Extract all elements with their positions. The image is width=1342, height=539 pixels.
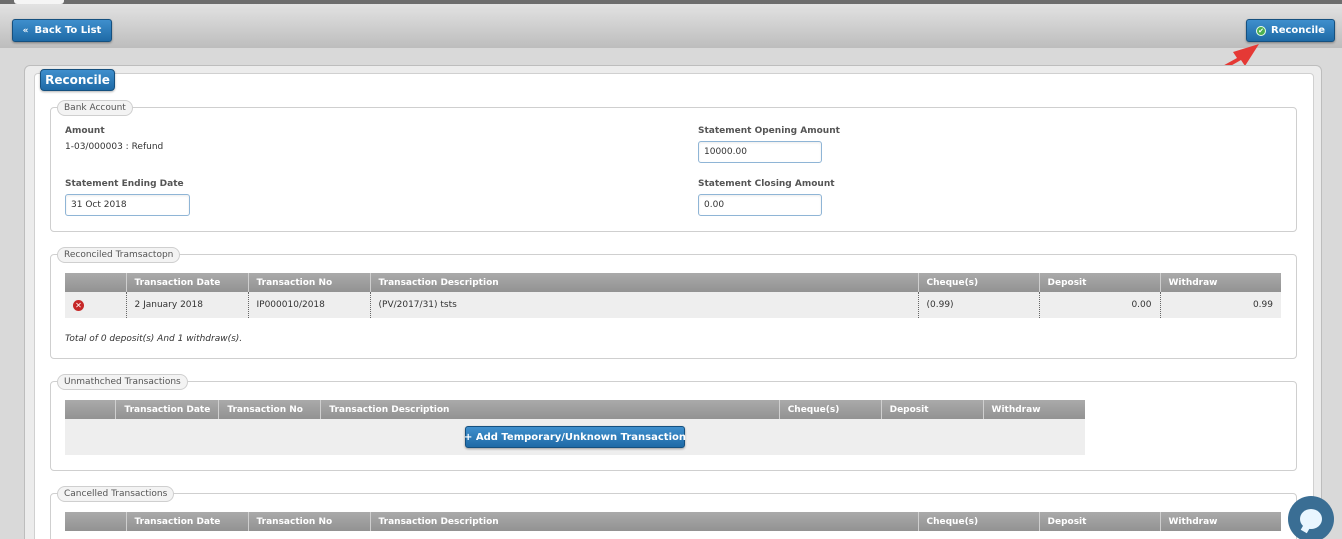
add-temporary-transaction-button[interactable]: + Add Temporary/Unknown Transaction	[464, 426, 686, 448]
row-deposit: 0.00	[1039, 292, 1161, 318]
col-cheques[interactable]: Cheque(s)	[918, 512, 1040, 531]
reconciled-header-row: Transaction Date Transaction No Transact…	[65, 273, 1281, 292]
col-cheques[interactable]: Cheque(s)	[779, 400, 882, 419]
check-circle-icon: ✔	[1256, 25, 1267, 36]
reconcile-button[interactable]: ✔ Reconcile	[1246, 19, 1335, 42]
col-action	[65, 400, 117, 419]
col-transaction-no[interactable]: Transaction No	[248, 273, 371, 292]
closing-amount-input[interactable]: 0.00	[698, 194, 822, 216]
chat-bubble-icon	[1300, 509, 1322, 529]
col-transaction-no[interactable]: Transaction No	[248, 512, 371, 531]
ending-date-label: Statement Ending Date	[65, 179, 184, 189]
table-row: ✕ 2 January 2018 IP000010/2018 (PV/2017/…	[65, 292, 1281, 318]
row-date: 2 January 2018	[126, 292, 249, 318]
col-transaction-description[interactable]: Transaction Description	[320, 400, 780, 419]
bank-account-section: Bank Account	[50, 100, 1297, 232]
panel-title: Reconcile	[40, 69, 115, 91]
col-action	[65, 512, 127, 531]
col-transaction-date[interactable]: Transaction Date	[126, 512, 249, 531]
col-cheques[interactable]: Cheque(s)	[918, 273, 1040, 292]
col-transaction-date[interactable]: Transaction Date	[126, 273, 249, 292]
double-chevron-left-icon: «	[22, 25, 29, 36]
col-transaction-no[interactable]: Transaction No	[218, 400, 322, 419]
remove-icon[interactable]: ✕	[73, 299, 84, 311]
unmatched-table: Transaction Date Transaction No Transact…	[65, 400, 1085, 419]
amount-value: 1-03/000003 : Refund	[65, 142, 164, 152]
chat-widget-button[interactable]	[1288, 496, 1334, 539]
row-cheque: (0.99)	[918, 292, 1040, 318]
col-transaction-description[interactable]: Transaction Description	[370, 512, 919, 531]
col-action	[65, 273, 127, 292]
col-deposit[interactable]: Deposit	[1039, 512, 1161, 531]
opening-amount-label: Statement Opening Amount	[698, 126, 840, 136]
reconciled-table: Transaction Date Transaction No Transact…	[65, 273, 1281, 318]
cancelled-table: Transaction Date Transaction No Transact…	[65, 512, 1281, 531]
col-withdraw[interactable]: Withdraw	[1160, 273, 1281, 292]
back-to-list-label: Back To List	[34, 25, 102, 36]
closing-amount-label: Statement Closing Amount	[698, 179, 835, 189]
bank-account-legend: Bank Account	[57, 100, 133, 116]
cancelled-header-row: Transaction Date Transaction No Transact…	[65, 512, 1281, 531]
reconciled-legend: Reconciled Tramsactopn	[57, 247, 181, 263]
reconciled-total-note: Total of 0 deposit(s) And 1 withdraw(s).	[65, 334, 243, 344]
top-toolbar: « Back To List ✔ Reconcile	[0, 0, 1342, 48]
toolbar-tab-stub	[14, 0, 64, 4]
unmatched-legend: Unmathched Transactions	[57, 374, 188, 390]
row-action-cell: ✕	[65, 292, 127, 318]
opening-amount-input[interactable]: 10000.00	[698, 141, 822, 163]
col-deposit[interactable]: Deposit	[881, 400, 984, 419]
col-withdraw[interactable]: Withdraw	[1160, 512, 1281, 531]
col-withdraw[interactable]: Withdraw	[983, 400, 1085, 419]
cancelled-legend: Cancelled Transactions	[57, 486, 175, 502]
ending-date-input[interactable]: 31 Oct 2018	[65, 194, 190, 216]
unmatched-header-row: Transaction Date Transaction No Transact…	[65, 400, 1085, 419]
col-deposit[interactable]: Deposit	[1039, 273, 1161, 292]
row-description: (PV/2017/31) tsts	[370, 292, 919, 318]
col-transaction-description[interactable]: Transaction Description	[370, 273, 919, 292]
reconcile-button-label: Reconcile	[1271, 25, 1325, 36]
row-no: IP000010/2018	[248, 292, 371, 318]
row-withdraw: 0.99	[1160, 292, 1281, 318]
col-transaction-date[interactable]: Transaction Date	[115, 400, 220, 419]
amount-label: Amount	[65, 126, 105, 136]
back-to-list-button[interactable]: « Back To List	[12, 19, 112, 42]
